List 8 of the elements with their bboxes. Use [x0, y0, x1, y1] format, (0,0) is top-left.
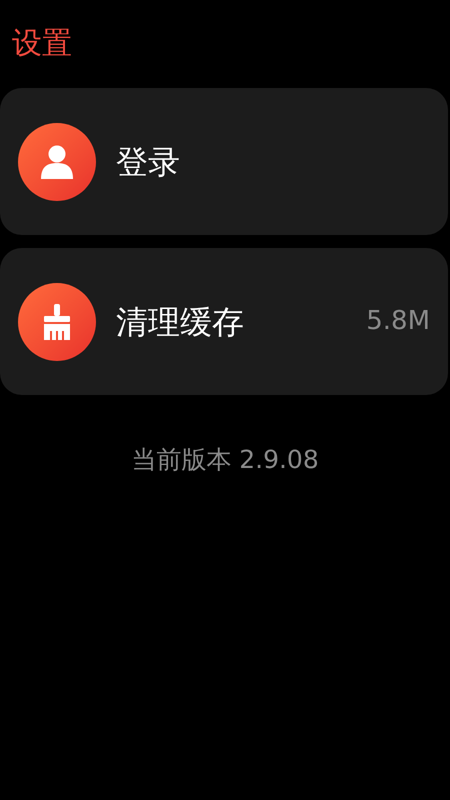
settings-item[interactable]: 登录 [0, 88, 448, 235]
item-value: 5.8M [366, 305, 430, 338]
person-icon [39, 144, 75, 178]
settings-item[interactable]: 清理缓存 5.8M [0, 248, 448, 395]
item-label: 登录 [116, 142, 181, 182]
page-title: 设置 [12, 26, 72, 61]
item-label: 清理缓存 [116, 302, 245, 342]
version-text: 当前版本 2.9.08 [131, 444, 319, 476]
